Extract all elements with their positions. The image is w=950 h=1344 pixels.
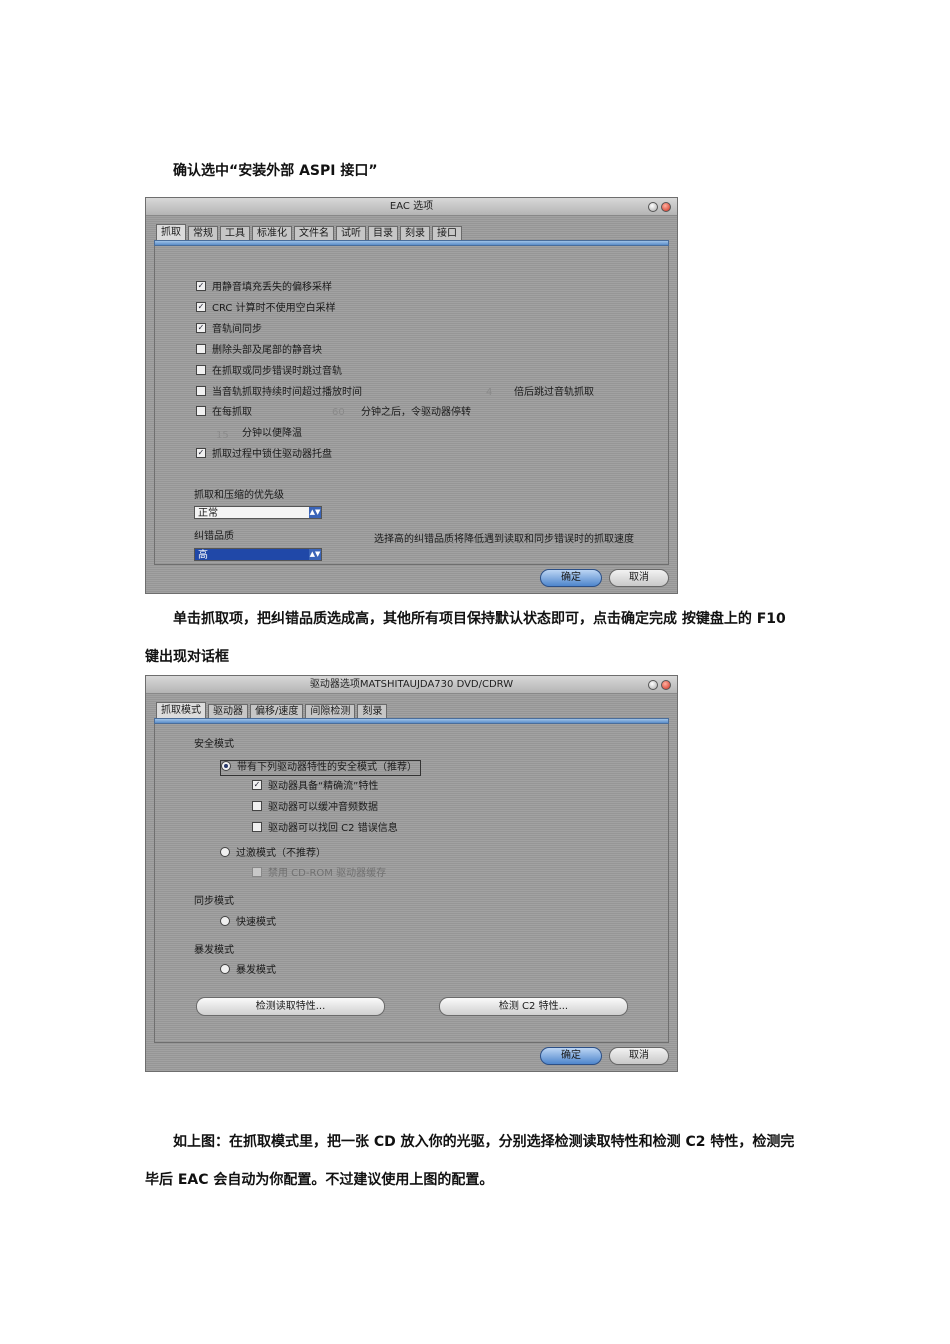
ok-button[interactable]: 确定 [540, 1047, 602, 1065]
instruction-paragraph-1: 确认选中“安装外部 ASPI 接口” [145, 152, 825, 190]
para3-line1: 如上图：在抓取模式里，把一张 CD 放入你的光驱，分别选择检测读取特性和检测 C… [173, 1134, 795, 1150]
tab-general[interactable]: 常规 [188, 226, 218, 241]
radio-selected-icon[interactable] [221, 761, 231, 771]
option-secure-mode[interactable]: 带有下列驱动器特性的安全模式（推荐） [220, 760, 421, 776]
quality-label: 纠错品质 [194, 531, 234, 542]
select-spinner-icon[interactable]: ▲▼ [309, 549, 321, 560]
feature-accurate-stream[interactable]: ✓ 驱动器具备“精确流”特性 [252, 780, 378, 794]
burst-mode-heading: 暴发模式 [194, 945, 234, 956]
checkbox-icon[interactable] [252, 822, 262, 832]
quality-note: 选择高的纠错品质将降低遇到读取和同步错误时的抓取速度 [374, 534, 634, 545]
cool-minutes-suffix: 分钟以便降温 [242, 428, 302, 439]
option-skip-on-error[interactable]: 在抓取或同步错误时跳过音轨 [196, 365, 342, 379]
radio-icon[interactable] [220, 964, 230, 974]
instruction-paragraph-2: 单击抓取项，把纠错品质选成高，其他所有项目保持默认状态即可，点击确定完成 按键盘… [145, 600, 825, 676]
quality-select[interactable]: 高 ▲▼ [194, 548, 322, 561]
para2-line2: 键出现对话框 [145, 649, 229, 665]
skip-multiplier-value[interactable]: 4 [486, 387, 492, 398]
checkbox-checked-icon[interactable]: ✓ [196, 281, 206, 291]
option-spin-down[interactable]: 在每抓取 [196, 406, 252, 420]
dialog-title: EAC 选项 [389, 201, 434, 212]
tab-gap-detection[interactable]: 间隙检测 [305, 704, 356, 719]
para3-line2: 毕后 EAC 会自动为你配置。不过建议使用上图的配置。 [145, 1172, 494, 1188]
option-delete-silence[interactable]: 删除头部及尾部的静音块 [196, 344, 322, 358]
detect-read-features-button[interactable]: 检测读取特性... [196, 997, 385, 1016]
feature-c2-info[interactable]: 驱动器可以找回 C2 错误信息 [252, 822, 398, 836]
checkbox-icon[interactable] [196, 365, 206, 375]
spin-minutes-value[interactable]: 60 [332, 407, 345, 418]
checkbox-checked-icon[interactable]: ✓ [196, 323, 206, 333]
tab-rip[interactable]: 抓取 [156, 224, 186, 241]
spin-minutes-suffix: 分钟之后，令驱动器停转 [361, 407, 471, 418]
skip-multiplier-suffix: 倍后跳过音轨抓取 [514, 387, 594, 398]
tab-tools[interactable]: 工具 [220, 226, 250, 241]
minimize-icon[interactable] [648, 202, 658, 212]
sync-mode-heading: 同步模式 [194, 896, 234, 907]
option-sync-tracks[interactable]: ✓ 音轨间同步 [196, 323, 262, 337]
option-skip-slow-track[interactable]: 当音轨抓取持续时间超过播放时间 [196, 386, 362, 400]
dialog-titlebar: 驱动器选项MATSHITAUJDA730 DVD/CDRW [146, 676, 677, 694]
checkbox-checked-icon[interactable]: ✓ [196, 448, 206, 458]
instruction-paragraph-3: 如上图：在抓取模式里，把一张 CD 放入你的光驱，分别选择检测读取特性和检测 C… [145, 1123, 825, 1199]
checkbox-icon[interactable] [196, 406, 206, 416]
checkbox-disabled-icon [252, 867, 262, 877]
tab-burn[interactable]: 刻录 [400, 226, 430, 241]
option-lock-tray[interactable]: ✓ 抓取过程中锁住驱动器托盘 [196, 448, 332, 462]
radio-icon[interactable] [220, 916, 230, 926]
checkbox-checked-icon[interactable]: ✓ [252, 780, 262, 790]
tab-offset-speed[interactable]: 偏移/速度 [250, 704, 304, 719]
cancel-button[interactable]: 取消 [609, 1047, 669, 1065]
option-fill-missing-offset[interactable]: ✓ 用静音填充丢失的偏移采样 [196, 281, 332, 295]
dialog-titlebar: EAC 选项 [146, 198, 677, 216]
option-fast-mode[interactable]: 快速模式 [220, 916, 276, 930]
select-spinner-icon[interactable]: ▲▼ [309, 507, 321, 518]
close-icon[interactable] [661, 680, 671, 690]
ok-button[interactable]: 确定 [540, 569, 602, 587]
option-crc-no-null[interactable]: ✓ CRC 计算时不使用空白采样 [196, 302, 336, 316]
cool-minutes-value[interactable]: 15 [216, 430, 229, 441]
tab-burn[interactable]: 刻录 [357, 704, 388, 719]
priority-label: 抓取和压缩的优先级 [194, 490, 284, 501]
close-icon[interactable] [661, 202, 671, 212]
drive-options-dialog: 驱动器选项MATSHITAUJDA730 DVD/CDRW 抓取模式 驱动器 偏移/… [145, 675, 678, 1072]
tab-extraction-method[interactable]: 抓取模式 [156, 702, 206, 719]
tab-normalize[interactable]: 标准化 [252, 226, 292, 241]
checkbox-checked-icon[interactable]: ✓ [196, 302, 206, 312]
cancel-button[interactable]: 取消 [609, 569, 669, 587]
option-disable-cache: 禁用 CD-ROM 驱动器缓存 [252, 867, 386, 881]
radio-icon[interactable] [220, 847, 230, 857]
minimize-icon[interactable] [648, 680, 658, 690]
tab-interface[interactable]: 接口 [432, 226, 462, 241]
tab-filename[interactable]: 文件名 [294, 226, 334, 241]
dialog-title: 驱动器选项MATSHITAUJDA730 DVD/CDRW [309, 679, 514, 690]
checkbox-icon[interactable] [196, 386, 206, 396]
option-burst-mode[interactable]: 暴发模式 [220, 964, 276, 978]
checkbox-icon[interactable] [196, 344, 206, 354]
para1-text: 确认选中“安装外部 ASPI 接口” [173, 163, 378, 179]
priority-select[interactable]: 正常 ▲▼ [194, 506, 322, 519]
feature-caches-audio[interactable]: 驱动器可以缓冲音频数据 [252, 801, 378, 815]
option-paranoid-mode[interactable]: 过激模式（不推荐） [220, 847, 326, 861]
para2-line1: 单击抓取项，把纠错品质选成高，其他所有项目保持默认状态即可，点击确定完成 按键盘… [173, 611, 786, 627]
tab-directory[interactable]: 目录 [368, 226, 398, 241]
tab-preview[interactable]: 试听 [336, 226, 366, 241]
checkbox-icon[interactable] [252, 801, 262, 811]
tab-bar: 抓取模式 驱动器 偏移/速度 间隙检测 刻录 [156, 702, 389, 719]
tab-bar: 抓取 常规 工具 标准化 文件名 试听 目录 刻录 接口 [156, 224, 464, 241]
detect-c2-features-button[interactable]: 检测 C2 特性... [439, 997, 628, 1016]
secure-mode-heading: 安全模式 [194, 739, 234, 750]
eac-options-dialog: EAC 选项 抓取 常规 工具 标准化 文件名 试听 目录 刻录 接口 ✓ 用静音填充丢失的偏移采… [145, 197, 678, 594]
tab-drive[interactable]: 驱动器 [208, 704, 248, 719]
